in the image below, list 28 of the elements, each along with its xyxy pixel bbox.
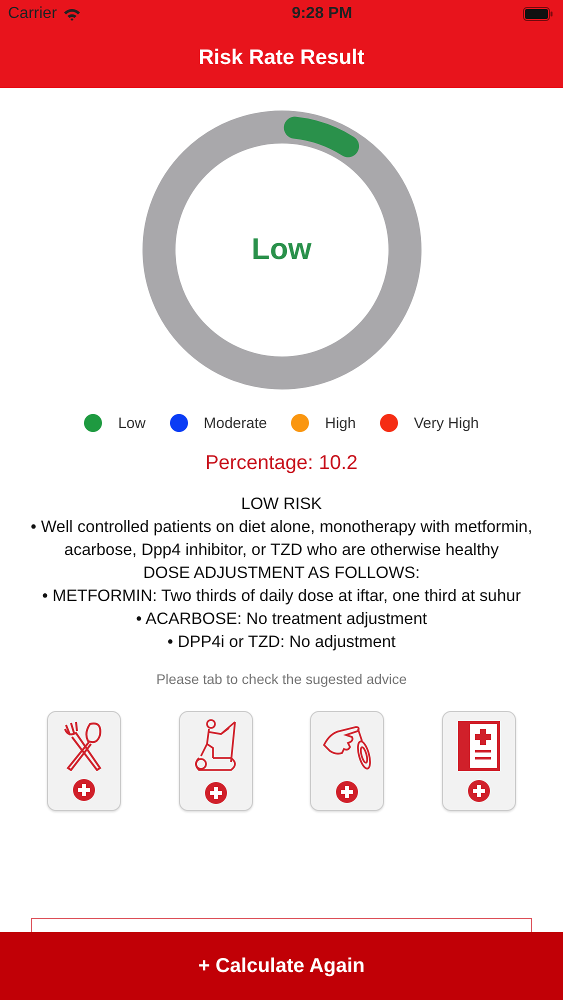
wifi-icon: [62, 8, 81, 20]
calculate-again-button[interactable]: + Calculate Again: [0, 932, 563, 1000]
legend-label: Low: [118, 414, 146, 432]
legend-label: Very High: [414, 414, 479, 432]
advice-text: DOSE ADJUSTMENT AS FOLLOWS:: [142, 563, 421, 584]
advice-text: • ACARBOSE: No treatment adjustment: [135, 609, 428, 630]
status-time: 9:28 PM: [290, 5, 352, 23]
plus-icon: [73, 779, 95, 801]
plus-icon: [336, 781, 358, 803]
screen-title: Risk Rate Result: [198, 46, 364, 70]
gauge-label: Low: [252, 233, 312, 267]
advice-card[interactable]: [442, 711, 516, 811]
hint-text: Please tab to check the sugested advice: [155, 671, 408, 687]
advice-card[interactable]: [47, 711, 121, 811]
advice-text: • METFORMIN: Two thirds of daily dose at iftar, one third at suhur: [41, 586, 522, 607]
legend-label: High: [325, 414, 356, 432]
legend-label: Moderate: [204, 414, 267, 432]
advice-text: LOW RISK: [240, 494, 323, 515]
advice-card[interactable]: [310, 711, 384, 811]
advice-card[interactable]: [178, 711, 253, 811]
battery-icon: [522, 7, 553, 21]
carrier-label: Carrier: [8, 5, 57, 23]
plus-icon: [468, 780, 490, 802]
medical-report-icon: [456, 720, 501, 772]
advice-text: • DPP4i or TZD: No adjustment: [166, 632, 397, 653]
advice-text: • Well controlled patients on diet alone, monotherapy with metformin, acarbose, Dpp4 inhibitor, or TZD who are otherwise healthy: [30, 517, 533, 561]
plus-icon: [204, 782, 227, 804]
percentage-text: Percentage: 10.2: [204, 452, 359, 475]
